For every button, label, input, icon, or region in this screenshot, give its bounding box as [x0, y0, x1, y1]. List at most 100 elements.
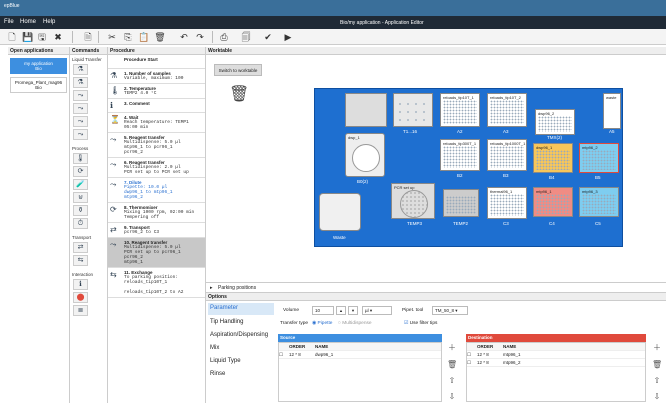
move-down-icon[interactable]: ⇩ [652, 392, 662, 402]
procedure-step[interactable]: ⇆ 11. Exchange To parking position: reload… [108, 268, 205, 298]
tab-mix[interactable]: Mix [208, 343, 274, 355]
volume-increment-button[interactable]: ▴ [336, 306, 346, 315]
run-icon[interactable]: ▶ [282, 31, 294, 43]
check-icon[interactable]: ✔ [262, 31, 274, 43]
labware-b5[interactable]: mtp96_2 [579, 143, 619, 173]
labware-b2[interactable]: reloads_tip300T_1 [440, 139, 480, 171]
tab-parameter[interactable]: Parameter [208, 303, 274, 315]
remove-source-icon[interactable]: 🗑 [447, 360, 457, 370]
switch-to-worktable-button[interactable]: Switch to worktable [214, 64, 262, 76]
move-up-icon[interactable]: ⇧ [652, 376, 662, 386]
row-checkbox[interactable]: ☐ [467, 360, 477, 366]
volume-decrement-button[interactable]: ▾ [348, 306, 358, 315]
labware-a2[interactable]: reloads_tip10T_1 [440, 93, 480, 127]
thermometer-icon[interactable]: 🌡 [73, 153, 88, 164]
labware-b4[interactable]: dwp96_1 [533, 143, 573, 173]
multidispense-radio[interactable]: ○ Multidispense [338, 321, 372, 326]
procedure-step[interactable]: ⤳ 5. Reagent transfer Multidispense: 5.0 µ… [108, 133, 205, 158]
table-row[interactable]: ☐ 12 * 8 mtp96_2 [467, 359, 645, 367]
mix-icon[interactable]: ⤳ [73, 129, 88, 140]
tube-rack-t1-16[interactable] [393, 93, 433, 127]
print-icon[interactable]: ⎙ [218, 31, 230, 43]
labware-a5[interactable]: waste [603, 93, 621, 129]
cut-icon[interactable]: ✂ [106, 31, 118, 43]
copy-icon[interactable]: ⎘ [122, 31, 134, 43]
tab-rinse[interactable]: Rinse [208, 369, 274, 381]
position-label: B4 [549, 175, 555, 180]
row-checkbox[interactable]: ☐ [279, 352, 289, 358]
labware-c3[interactable]: thermal96_1 [487, 187, 527, 219]
shake-icon[interactable]: ⟳ [73, 166, 88, 177]
table-row[interactable]: ☐ 12 * 8 mtp96_1 [467, 351, 645, 359]
document-icon[interactable]: 🗎 [82, 31, 94, 43]
new-icon[interactable]: 🗋 [6, 31, 18, 43]
dilute-icon[interactable]: ⤳ [73, 116, 88, 127]
tube-rack[interactable] [345, 93, 387, 127]
filter-tips-checkbox[interactable]: ☑ Use filter tips [404, 321, 437, 326]
pipette-icon[interactable]: ⚗ [73, 64, 88, 75]
trash-icon[interactable]: 🗑 [229, 84, 249, 104]
add-source-icon[interactable]: ＋ [447, 343, 457, 353]
tab-aspiration[interactable]: Aspiration/Dispensing [208, 330, 274, 342]
list-icon[interactable]: ≣ [73, 305, 88, 316]
app-item[interactable]: Promega_Plant_mag96 Bio [10, 77, 67, 93]
procedure-step[interactable]: ℹ 3. Comment [108, 99, 205, 113]
step-detail: To parking position: reloads_tip10T_1 re… [124, 275, 184, 295]
labware-temp2[interactable] [443, 189, 479, 217]
remove-destination-icon[interactable]: 🗑 [652, 360, 662, 370]
undo-icon[interactable]: ↶ [178, 31, 190, 43]
menu-home[interactable]: Home [20, 19, 36, 25]
app-item[interactable]: my application Bio [10, 58, 67, 74]
close-icon[interactable]: ✖ [52, 31, 64, 43]
transfer-icon[interactable]: ⤳ [73, 90, 88, 101]
row-checkbox[interactable]: ☐ [467, 352, 477, 358]
table-row[interactable]: ☐ 12 * 8 dwp96_1 [279, 351, 441, 359]
waste-container[interactable] [319, 193, 361, 231]
preview-icon[interactable]: 🗐 [240, 31, 252, 43]
pipet-tool-select[interactable]: TM_50_8 ▾ [432, 306, 468, 315]
labware-c5[interactable]: mtp96_3 [579, 187, 619, 217]
save-as-icon[interactable]: 🖫 [36, 31, 48, 43]
menu-file[interactable]: File [4, 19, 14, 25]
redo-icon[interactable]: ↷ [194, 31, 206, 43]
labware-a3[interactable]: reloads_tip10T_2 [487, 93, 527, 127]
parking-positions-bar[interactable]: ▸ Parking positions [206, 282, 666, 292]
tube-icon[interactable]: 🧪 [73, 179, 88, 190]
labware-a4[interactable]: dwp96_2 [535, 109, 575, 135]
transport-icon[interactable]: ⇄ [73, 242, 88, 253]
procedure-step[interactable]: ⤳ 7. Dilute Pipette: 10.0 µl dwp96_1 to mt… [108, 178, 205, 203]
exchange-icon[interactable]: ⇆ [73, 255, 88, 266]
dispense-icon[interactable]: ⤳ [73, 103, 88, 114]
tab-tip-handling[interactable]: Tip Handling [208, 317, 274, 329]
labware-b0[interactable]: dwp_1 [345, 133, 385, 177]
vial-icon[interactable]: ⚱ [73, 205, 88, 216]
step-detail: Multidispense: 5.0 µl mtp96_1 to pcr96_1… [124, 140, 181, 155]
labware-b3[interactable]: reloads_tip1000T_1 [487, 139, 527, 171]
procedure-step[interactable]: ⤳ 6. Reagent transfer Multidispense: 2.0 µ… [108, 158, 205, 178]
pipette-radio[interactable]: ◉ Pipette [312, 321, 332, 326]
tab-liquid-type[interactable]: Liquid Type [208, 356, 274, 368]
stop-icon[interactable]: ⬤ [73, 292, 88, 303]
paste-icon[interactable]: 📋 [138, 31, 150, 43]
delete-icon[interactable]: 🗑 [154, 31, 166, 43]
labware-pcr-set-up[interactable]: PCR set up [391, 183, 435, 219]
procedure-step-selected[interactable]: ⤳ 10. Reagent transfer Multidispense: 5.0 … [108, 238, 205, 268]
clock-icon[interactable]: ⏱ [73, 218, 88, 229]
menu-help[interactable]: Help [43, 19, 55, 25]
move-down-icon[interactable]: ⇩ [447, 392, 457, 402]
move-up-icon[interactable]: ⇧ [447, 376, 457, 386]
procedure-step[interactable]: ⏳ 4. Wait Reach temperature: TEMP1 05:00 m… [108, 113, 205, 133]
multi-pipette-icon[interactable]: ⚗ [73, 77, 88, 88]
procedure-step[interactable]: ⟳ 8. Thermomixer Mixing 1000 rpm, 02:00 mi… [108, 203, 205, 223]
procedure-step[interactable]: Procedure Start [108, 55, 205, 69]
unit-select[interactable]: µl ▾ [362, 306, 392, 315]
procedure-step[interactable]: ⚗ 1. Number of samples Variable, maximum: … [108, 69, 205, 84]
labware-c4[interactable]: mtp96_1 [533, 187, 573, 217]
add-destination-icon[interactable]: ＋ [652, 343, 662, 353]
save-icon[interactable]: 💾 [22, 31, 34, 43]
info-icon[interactable]: ℹ [73, 279, 88, 290]
procedure-step[interactable]: 🌡 2. Temperature TEMP2 4.0 °C [108, 84, 205, 99]
procedure-step[interactable]: ⇄ 9. Transport pcr96_2 to C3 [108, 223, 205, 238]
magnet-icon[interactable]: ⊍ [73, 192, 88, 203]
volume-input[interactable]: 10 [312, 306, 334, 315]
